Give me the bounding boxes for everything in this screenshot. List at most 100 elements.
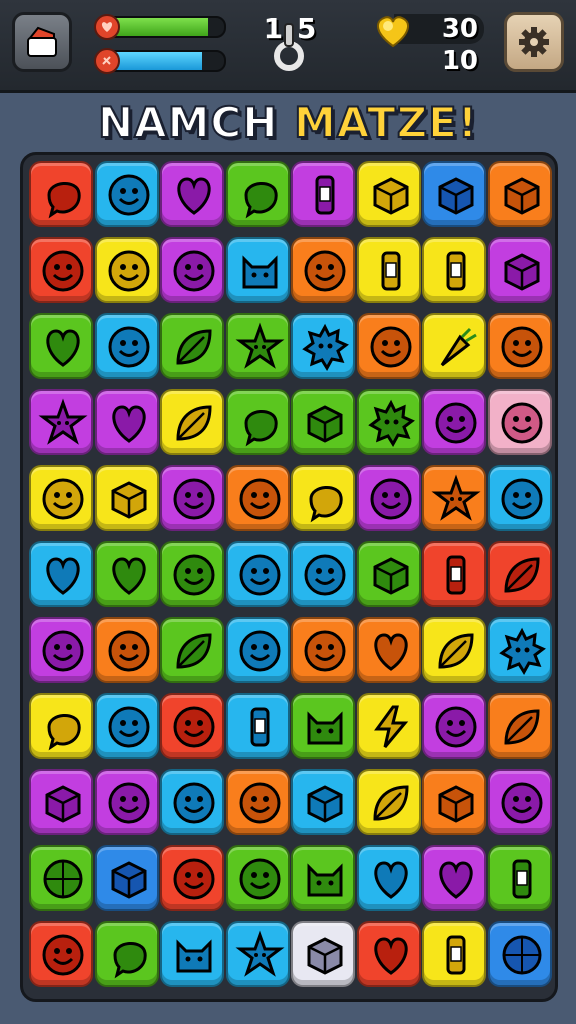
face-tile[interactable] <box>487 313 552 379</box>
face-tile[interactable] <box>94 313 159 379</box>
tube-tile[interactable] <box>356 237 421 303</box>
face-tile[interactable] <box>422 389 486 455</box>
tube-tile[interactable] <box>487 845 552 911</box>
box-icon <box>373 177 408 215</box>
face-tile[interactable] <box>291 617 355 683</box>
leaf-tile[interactable] <box>160 313 224 379</box>
star-tile[interactable] <box>422 465 486 531</box>
tube-tile[interactable] <box>225 693 290 759</box>
box-tile[interactable] <box>94 845 159 911</box>
ball-tile[interactable] <box>487 921 552 987</box>
tube-icon <box>446 555 466 595</box>
leaf-tile[interactable] <box>422 617 486 683</box>
box-tile[interactable] <box>291 389 355 455</box>
heart-tile[interactable] <box>356 617 421 683</box>
face-icon <box>239 630 280 672</box>
tube-tile[interactable] <box>422 921 486 987</box>
face-icon <box>501 402 542 444</box>
face-tile[interactable] <box>422 693 486 759</box>
splat-tile[interactable] <box>487 617 552 683</box>
tube-icon <box>315 175 335 215</box>
heart-tile[interactable] <box>160 161 224 227</box>
heart-tile[interactable] <box>94 541 159 607</box>
heart-tile[interactable] <box>94 389 159 455</box>
face-tile[interactable] <box>356 465 421 531</box>
face-tile[interactable] <box>160 845 224 911</box>
face-tile[interactable] <box>29 617 93 683</box>
blob-tile[interactable] <box>291 465 355 531</box>
face-tile[interactable] <box>225 845 290 911</box>
carrot-tile[interactable] <box>422 313 486 379</box>
box-tile[interactable] <box>29 769 93 835</box>
blob-tile[interactable] <box>29 161 93 227</box>
blob-tile[interactable] <box>94 921 159 987</box>
star-tile[interactable] <box>29 389 93 455</box>
splat-tile[interactable] <box>291 313 355 379</box>
box-tile[interactable] <box>487 237 552 303</box>
tube-tile[interactable] <box>422 541 486 607</box>
box-tile[interactable] <box>422 161 486 227</box>
face-icon <box>435 706 477 748</box>
face-tile[interactable] <box>160 693 224 759</box>
face-tile[interactable] <box>29 465 93 531</box>
box-icon <box>438 785 474 823</box>
leaf-tile[interactable] <box>160 617 224 683</box>
face-tile[interactable] <box>291 237 355 303</box>
face-tile[interactable] <box>225 617 290 683</box>
leaf-tile[interactable] <box>487 541 552 607</box>
cat-tile[interactable] <box>160 921 224 987</box>
face-tile[interactable] <box>29 921 93 987</box>
face-tile[interactable] <box>94 237 159 303</box>
heart-tile[interactable] <box>422 845 486 911</box>
box-tile[interactable] <box>487 161 552 227</box>
face-tile[interactable] <box>487 769 552 835</box>
face-tile[interactable] <box>356 313 421 379</box>
face-tile[interactable] <box>225 465 290 531</box>
face-tile[interactable] <box>487 465 552 531</box>
heart-tile[interactable] <box>356 845 421 911</box>
bolt-tile[interactable] <box>356 693 421 759</box>
shop-button[interactable] <box>12 12 72 72</box>
face-tile[interactable] <box>291 541 355 607</box>
face-tile[interactable] <box>94 769 159 835</box>
box-tile[interactable] <box>291 921 355 987</box>
face-tile[interactable] <box>94 693 159 759</box>
face-tile[interactable] <box>160 541 224 607</box>
face-tile[interactable] <box>160 769 224 835</box>
star-tile[interactable] <box>225 921 290 987</box>
leaf-tile[interactable] <box>160 389 224 455</box>
cat-tile[interactable] <box>291 693 355 759</box>
face-tile[interactable] <box>225 769 290 835</box>
face-tile[interactable] <box>225 541 290 607</box>
box-tile[interactable] <box>422 769 486 835</box>
face-icon <box>42 934 84 976</box>
splat-tile[interactable] <box>356 389 421 455</box>
face-tile[interactable] <box>160 465 224 531</box>
blob-tile[interactable] <box>225 389 290 455</box>
star-icon <box>235 322 284 369</box>
face-tile[interactable] <box>487 389 552 455</box>
box-tile[interactable] <box>356 161 421 227</box>
settings-button[interactable] <box>504 12 564 72</box>
tube-tile[interactable] <box>291 161 355 227</box>
blob-tile[interactable] <box>29 693 93 759</box>
leaf-tile[interactable] <box>487 693 552 759</box>
cat-tile[interactable] <box>225 237 290 303</box>
cat-tile[interactable] <box>291 845 355 911</box>
leaf-tile[interactable] <box>356 769 421 835</box>
face-tile[interactable] <box>94 161 159 227</box>
face-tile[interactable] <box>160 237 224 303</box>
star-tile[interactable] <box>225 313 290 379</box>
blob-icon <box>47 714 81 751</box>
tube-tile[interactable] <box>422 237 486 303</box>
heart-tile[interactable] <box>356 921 421 987</box>
box-tile[interactable] <box>94 465 159 531</box>
face-tile[interactable] <box>29 237 93 303</box>
blob-tile[interactable] <box>225 161 290 227</box>
ball-tile[interactable] <box>29 845 93 911</box>
heart-tile[interactable] <box>29 541 93 607</box>
heart-tile[interactable] <box>29 313 93 379</box>
face-tile[interactable] <box>94 617 159 683</box>
box-tile[interactable] <box>291 769 355 835</box>
box-tile[interactable] <box>356 541 421 607</box>
